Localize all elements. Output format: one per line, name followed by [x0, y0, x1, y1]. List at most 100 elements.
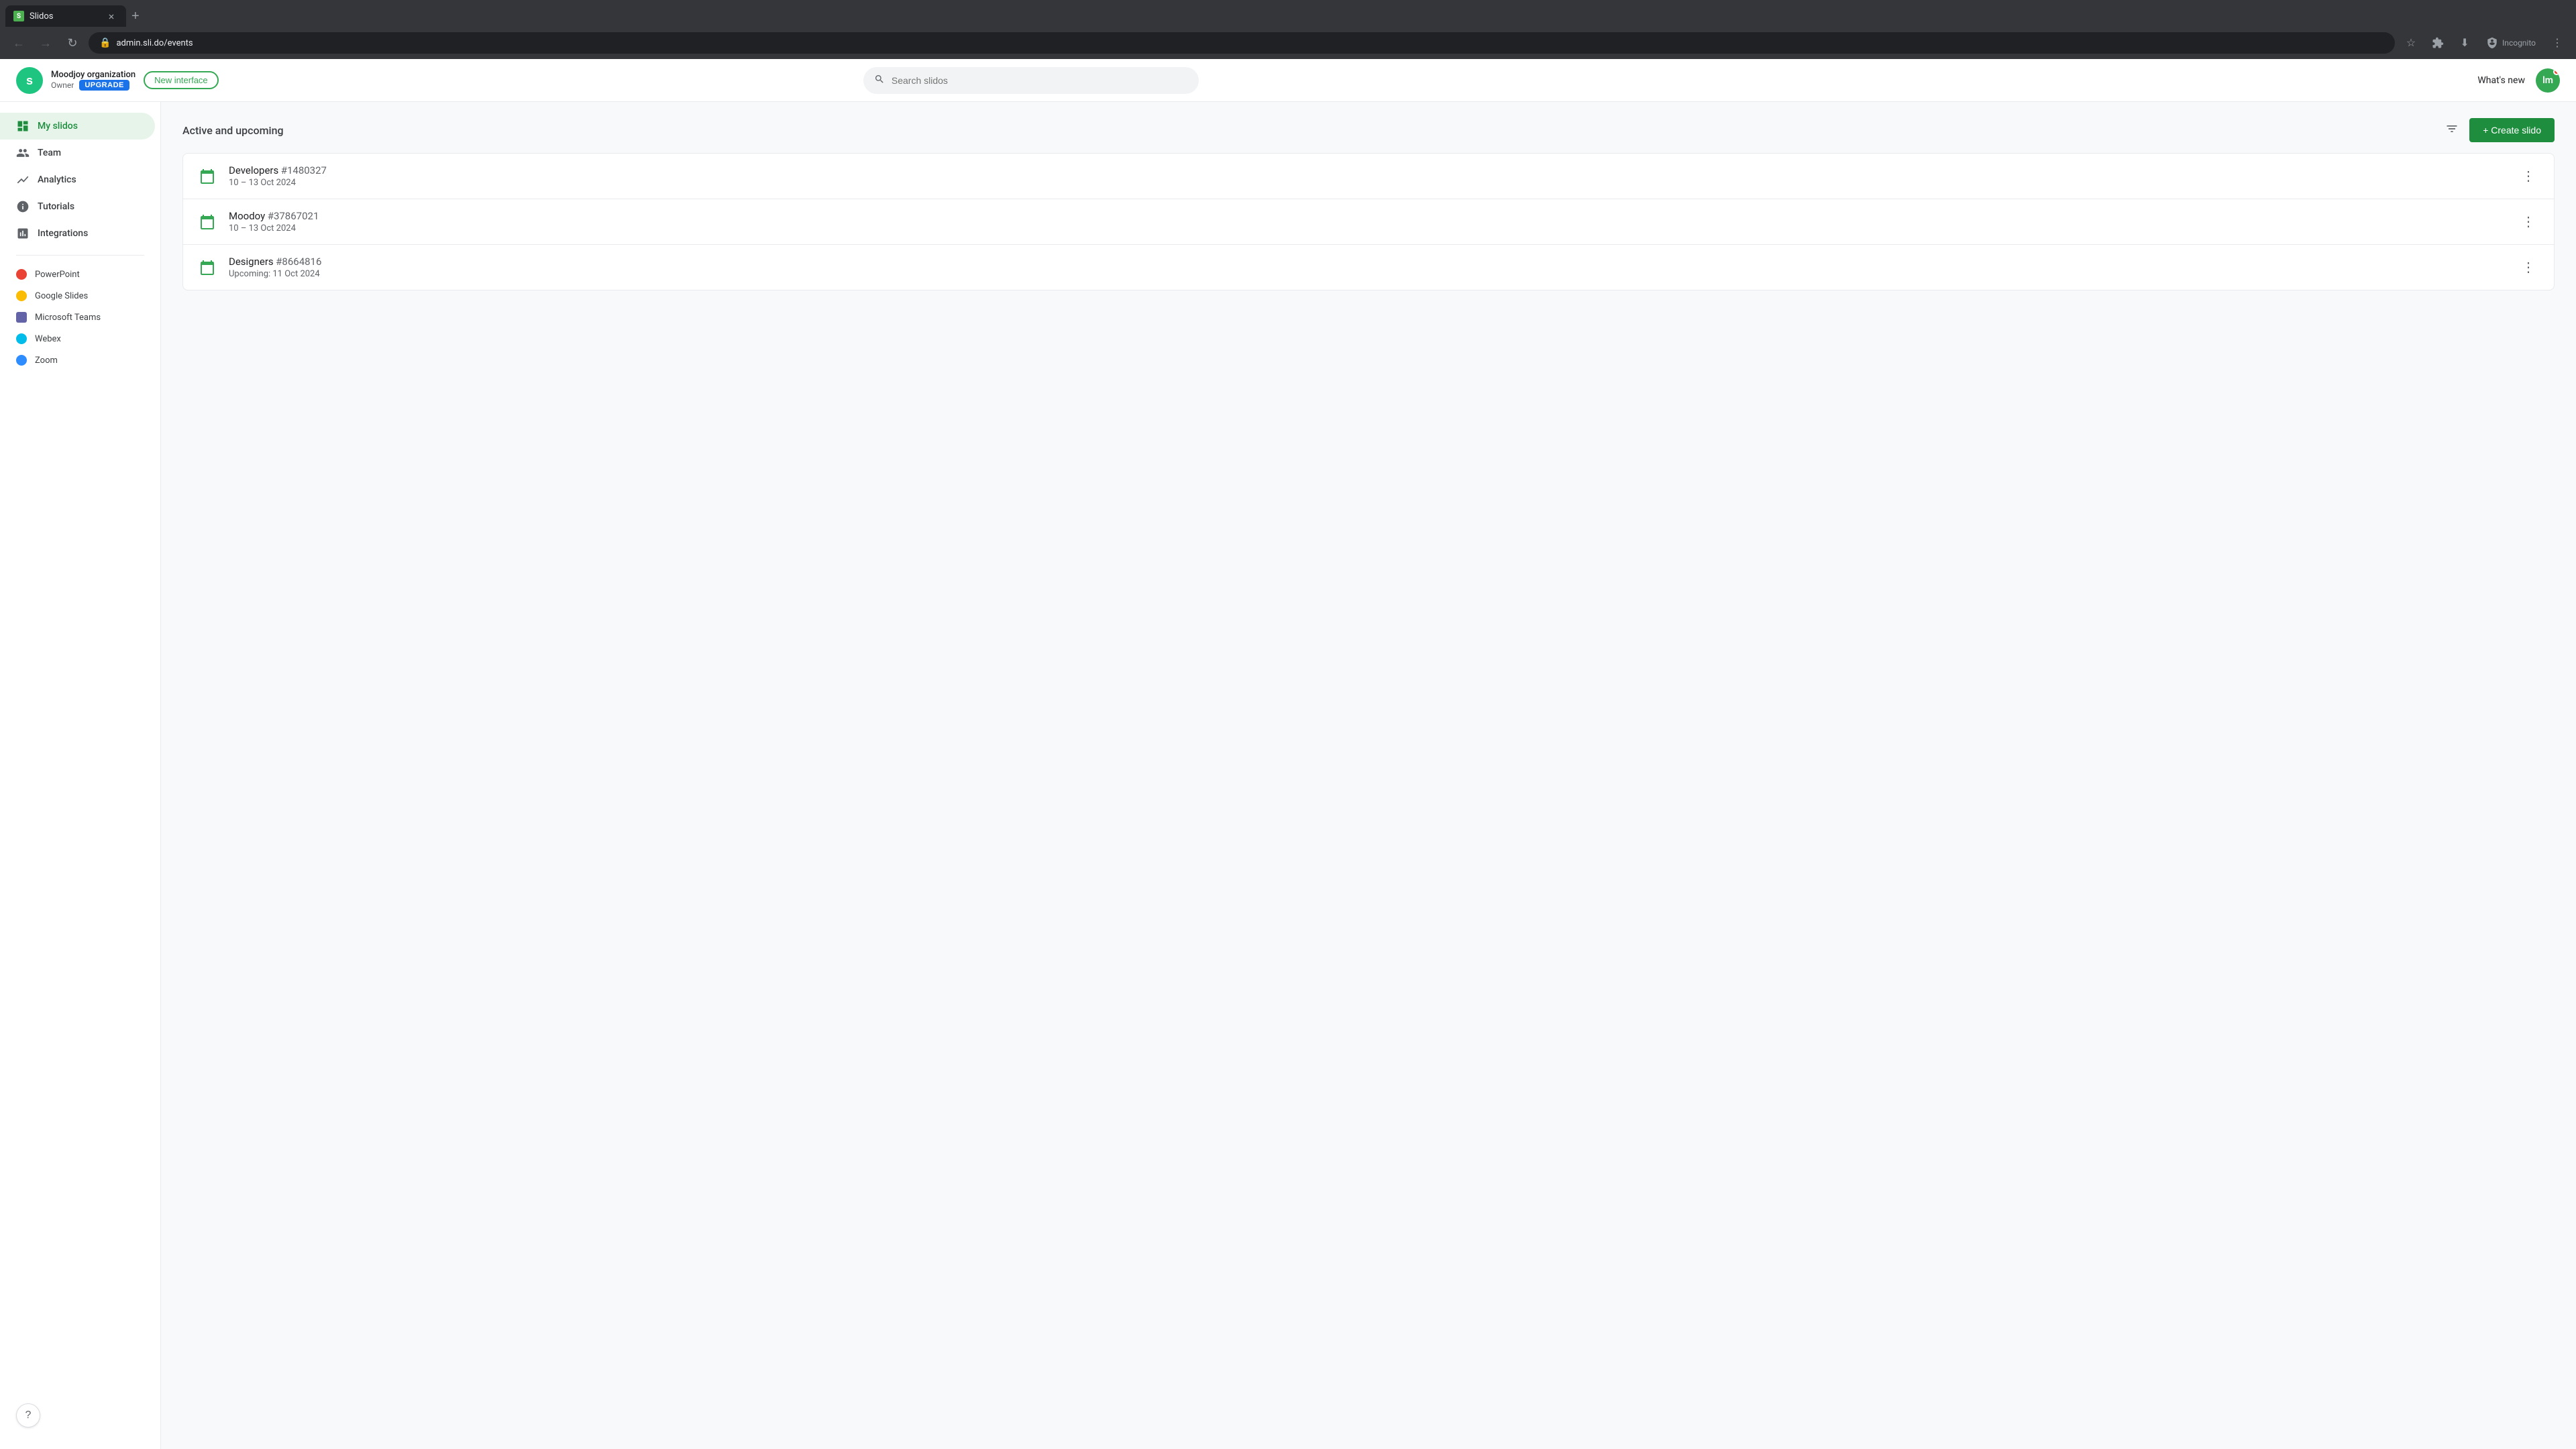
tutorials-label: Tutorials [38, 201, 74, 212]
nav-actions: ☆ ⬇ Incognito ⋮ [2400, 32, 2568, 54]
avatar[interactable]: lm [2536, 68, 2560, 93]
analytics-icon [16, 173, 30, 186]
create-slido-button[interactable]: + Create slido [2469, 118, 2555, 142]
main-layout: My slidos Team Analytics [0, 102, 2576, 1449]
app-container: s Moodjoy organization Owner UPGRADE New… [0, 59, 2576, 1449]
event-more-button[interactable]: ⋮ [2516, 256, 2540, 278]
zoom-icon [16, 355, 27, 366]
address-bar[interactable]: 🔒 admin.sli.do/events [89, 32, 2395, 54]
google-slides-label: Google Slides [35, 291, 88, 301]
tabs-bar: S Slidos × + [0, 0, 2576, 27]
webex-label: Webex [35, 334, 61, 344]
back-button[interactable]: ← [8, 32, 30, 54]
new-interface-button[interactable]: New interface [144, 71, 218, 89]
table-row: Developers #1480327 10 – 13 Oct 2024 ⋮ [183, 154, 2554, 199]
microsoft-teams-icon [16, 312, 27, 323]
powerpoint-label: PowerPoint [35, 270, 80, 280]
download-button[interactable]: ⬇ [2454, 32, 2475, 54]
more-actions-button[interactable]: ⋮ [2546, 32, 2568, 54]
reload-button[interactable]: ↻ [62, 32, 83, 54]
sidebar-item-my-slidos[interactable]: My slidos [0, 113, 155, 140]
events-list: Developers #1480327 10 – 13 Oct 2024 ⋮ [182, 153, 2555, 290]
tab-title: Slidos [30, 11, 54, 21]
org-role: Owner UPGRADE [51, 80, 136, 91]
role-label: Owner [51, 80, 74, 90]
event-date: 10 – 13 Oct 2024 [229, 223, 2506, 233]
webex-icon [16, 333, 27, 344]
event-id: #1480327 [281, 164, 327, 176]
app-header: s Moodjoy organization Owner UPGRADE New… [0, 59, 2576, 102]
tab-favicon: S [13, 11, 24, 21]
sidebar-item-tutorials[interactable]: Tutorials [0, 193, 155, 220]
event-title-row: Moodoy #37867021 [229, 210, 2506, 222]
team-label: Team [38, 148, 61, 158]
url-text: admin.sli.do/events [116, 38, 193, 48]
help-button[interactable]: ? [16, 1403, 40, 1428]
forward-button[interactable]: → [35, 32, 56, 54]
event-title-row: Designers #8664816 [229, 256, 2506, 268]
event-date: Upcoming: 11 Oct 2024 [229, 269, 2506, 279]
event-info: Developers #1480327 10 – 13 Oct 2024 [229, 164, 2506, 188]
event-id: #8664816 [276, 256, 321, 268]
event-title-row: Developers #1480327 [229, 164, 2506, 176]
section-title: Active and upcoming [182, 124, 284, 137]
event-name: Designers [229, 256, 274, 268]
sidebar-item-microsoft-teams[interactable]: Microsoft Teams [0, 307, 160, 328]
filter-button[interactable] [2443, 119, 2461, 142]
content-inner: Active and upcoming + Create slido [161, 102, 2576, 307]
event-id: #37867021 [268, 210, 319, 222]
sidebar: My slidos Team Analytics [0, 102, 161, 1449]
new-tab-button[interactable]: + [126, 6, 145, 27]
sidebar-item-google-slides[interactable]: Google Slides [0, 285, 160, 307]
org-info: Moodjoy organization Owner UPGRADE [51, 70, 136, 91]
search-bar[interactable] [863, 67, 1199, 94]
table-row: Designers #8664816 Upcoming: 11 Oct 2024… [183, 245, 2554, 290]
zoom-label: Zoom [35, 356, 58, 366]
org-name: Moodjoy organization [51, 70, 136, 80]
upgrade-button[interactable]: UPGRADE [79, 80, 129, 91]
event-more-button[interactable]: ⋮ [2516, 165, 2540, 187]
sidebar-item-team[interactable]: Team [0, 140, 155, 166]
bookmark-button[interactable]: ☆ [2400, 32, 2422, 54]
browser-nav: ← → ↻ 🔒 admin.sli.do/events ☆ ⬇ Inco [0, 27, 2576, 59]
calendar-icon [197, 257, 218, 278]
my-slidos-icon [16, 119, 30, 133]
event-info: Designers #8664816 Upcoming: 11 Oct 2024 [229, 256, 2506, 279]
browser-chrome: S Slidos × + ← → ↻ 🔒 admin.sli.do/events… [0, 0, 2576, 59]
calendar-icon [197, 211, 218, 233]
sidebar-item-integrations[interactable]: Integrations [0, 220, 155, 247]
table-row: Moodoy #37867021 10 – 13 Oct 2024 ⋮ [183, 199, 2554, 245]
sidebar-item-webex[interactable]: Webex [0, 328, 160, 350]
whats-new-link[interactable]: What's new [2477, 75, 2525, 86]
search-input[interactable] [892, 75, 1188, 86]
calendar-icon [197, 166, 218, 187]
google-slides-icon [16, 290, 27, 301]
logo-area: s Moodjoy organization Owner UPGRADE New… [16, 67, 219, 94]
section-header: Active and upcoming + Create slido [182, 118, 2555, 142]
avatar-notification-dot [2553, 68, 2560, 75]
search-icon [874, 74, 885, 87]
browser-tab[interactable]: S Slidos × [5, 5, 126, 27]
microsoft-teams-label: Microsoft Teams [35, 313, 101, 323]
extensions-button[interactable] [2427, 32, 2449, 54]
my-slidos-label: My slidos [38, 121, 78, 131]
tab-close-button[interactable]: × [105, 9, 118, 23]
tutorials-icon [16, 200, 30, 213]
integrations-icon [16, 227, 30, 240]
svg-text:s: s [26, 74, 33, 87]
event-name: Moodoy [229, 210, 265, 222]
event-name: Developers [229, 164, 278, 176]
event-info: Moodoy #37867021 10 – 13 Oct 2024 [229, 210, 2506, 233]
avatar-initials: lm [2542, 75, 2553, 86]
event-more-button[interactable]: ⋮ [2516, 211, 2540, 233]
event-date: 10 – 13 Oct 2024 [229, 178, 2506, 188]
header-right: What's new lm [2477, 68, 2560, 93]
powerpoint-icon [16, 269, 27, 280]
lock-icon: 🔒 [99, 38, 111, 48]
sidebar-item-zoom[interactable]: Zoom [0, 350, 160, 371]
slido-logo: s [16, 67, 43, 94]
sidebar-divider [16, 255, 144, 256]
analytics-label: Analytics [38, 174, 76, 185]
sidebar-item-analytics[interactable]: Analytics [0, 166, 155, 193]
sidebar-item-powerpoint[interactable]: PowerPoint [0, 264, 160, 285]
